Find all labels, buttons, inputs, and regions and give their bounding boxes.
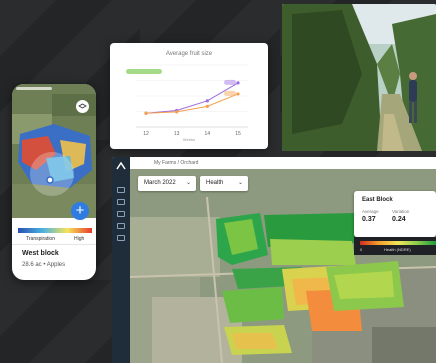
- date-select-value: March 2022: [144, 180, 176, 186]
- legend-label: Health (NDRE): [384, 247, 411, 252]
- phone-mockup: + Transpiration High West block 28.6 ac …: [12, 84, 96, 280]
- data-point: [236, 92, 240, 96]
- series-tag: [126, 69, 162, 74]
- stat-label-average: Average: [362, 209, 379, 214]
- block-subtitle: 28.6 ac • Apples: [22, 262, 66, 268]
- stat-value-average: 0.37: [362, 216, 376, 223]
- orchard-photo: [282, 4, 436, 151]
- add-button[interactable]: +: [71, 202, 89, 220]
- date-select[interactable]: March 2022 ⌄: [138, 176, 196, 191]
- settings-nav-icon[interactable]: [117, 235, 125, 241]
- metric-select-value: Health: [206, 180, 224, 186]
- fruit-size-chart-card: Average fruit size 12 13 14 15 Weeks: [110, 43, 268, 149]
- data-point: [144, 111, 148, 115]
- series-line: [145, 93, 239, 114]
- block-title: West block: [22, 250, 59, 257]
- chevron-down-icon: ⌄: [237, 180, 243, 186]
- series-tag: [224, 79, 236, 85]
- data-point: [175, 110, 179, 114]
- transpiration-gradient: [18, 228, 92, 233]
- map-nav-icon[interactable]: [117, 211, 125, 217]
- legend-gradient: [360, 241, 436, 245]
- orchard-photo-image: [282, 4, 436, 151]
- x-axis-label: Weeks: [182, 137, 196, 142]
- gradient-label-left: Transpiration: [26, 236, 55, 242]
- sidebar: [112, 157, 130, 363]
- phone-header-bar: [16, 87, 52, 90]
- series-tag: [224, 90, 236, 96]
- legend-min: 0: [360, 247, 363, 252]
- gradient-label-right: High: [74, 236, 85, 242]
- layers-nav-icon[interactable]: [117, 199, 125, 205]
- data-point: [205, 104, 209, 108]
- fruit-size-chart: 12 13 14 15: [126, 64, 248, 137]
- stat-value-variation: 0.24: [392, 216, 406, 223]
- metric-select[interactable]: Health ⌄: [200, 176, 248, 191]
- reports-nav-icon[interactable]: [117, 223, 125, 229]
- divider: [12, 244, 96, 245]
- layers-icon[interactable]: [76, 100, 89, 113]
- health-legend: 0 Health (NDRE): [354, 237, 436, 255]
- block-info-card: East Block Average 0.37 Variation 0.24: [354, 191, 436, 237]
- logo-icon: [116, 162, 126, 170]
- chevron-down-icon: ⌄: [185, 180, 191, 186]
- breadcrumb[interactable]: My Farms / Orchard: [154, 160, 198, 166]
- dashboard-window: My Farms / Orchard March 2022 ⌄ Health ⌄…: [112, 157, 436, 363]
- top-bar: My Farms / Orchard: [130, 157, 436, 169]
- stat-label-variation: Variation: [392, 209, 410, 214]
- data-point: [236, 81, 240, 85]
- chart-nav-icon[interactable]: [117, 187, 125, 193]
- data-point: [205, 99, 209, 103]
- block-card-title: East Block: [362, 197, 393, 203]
